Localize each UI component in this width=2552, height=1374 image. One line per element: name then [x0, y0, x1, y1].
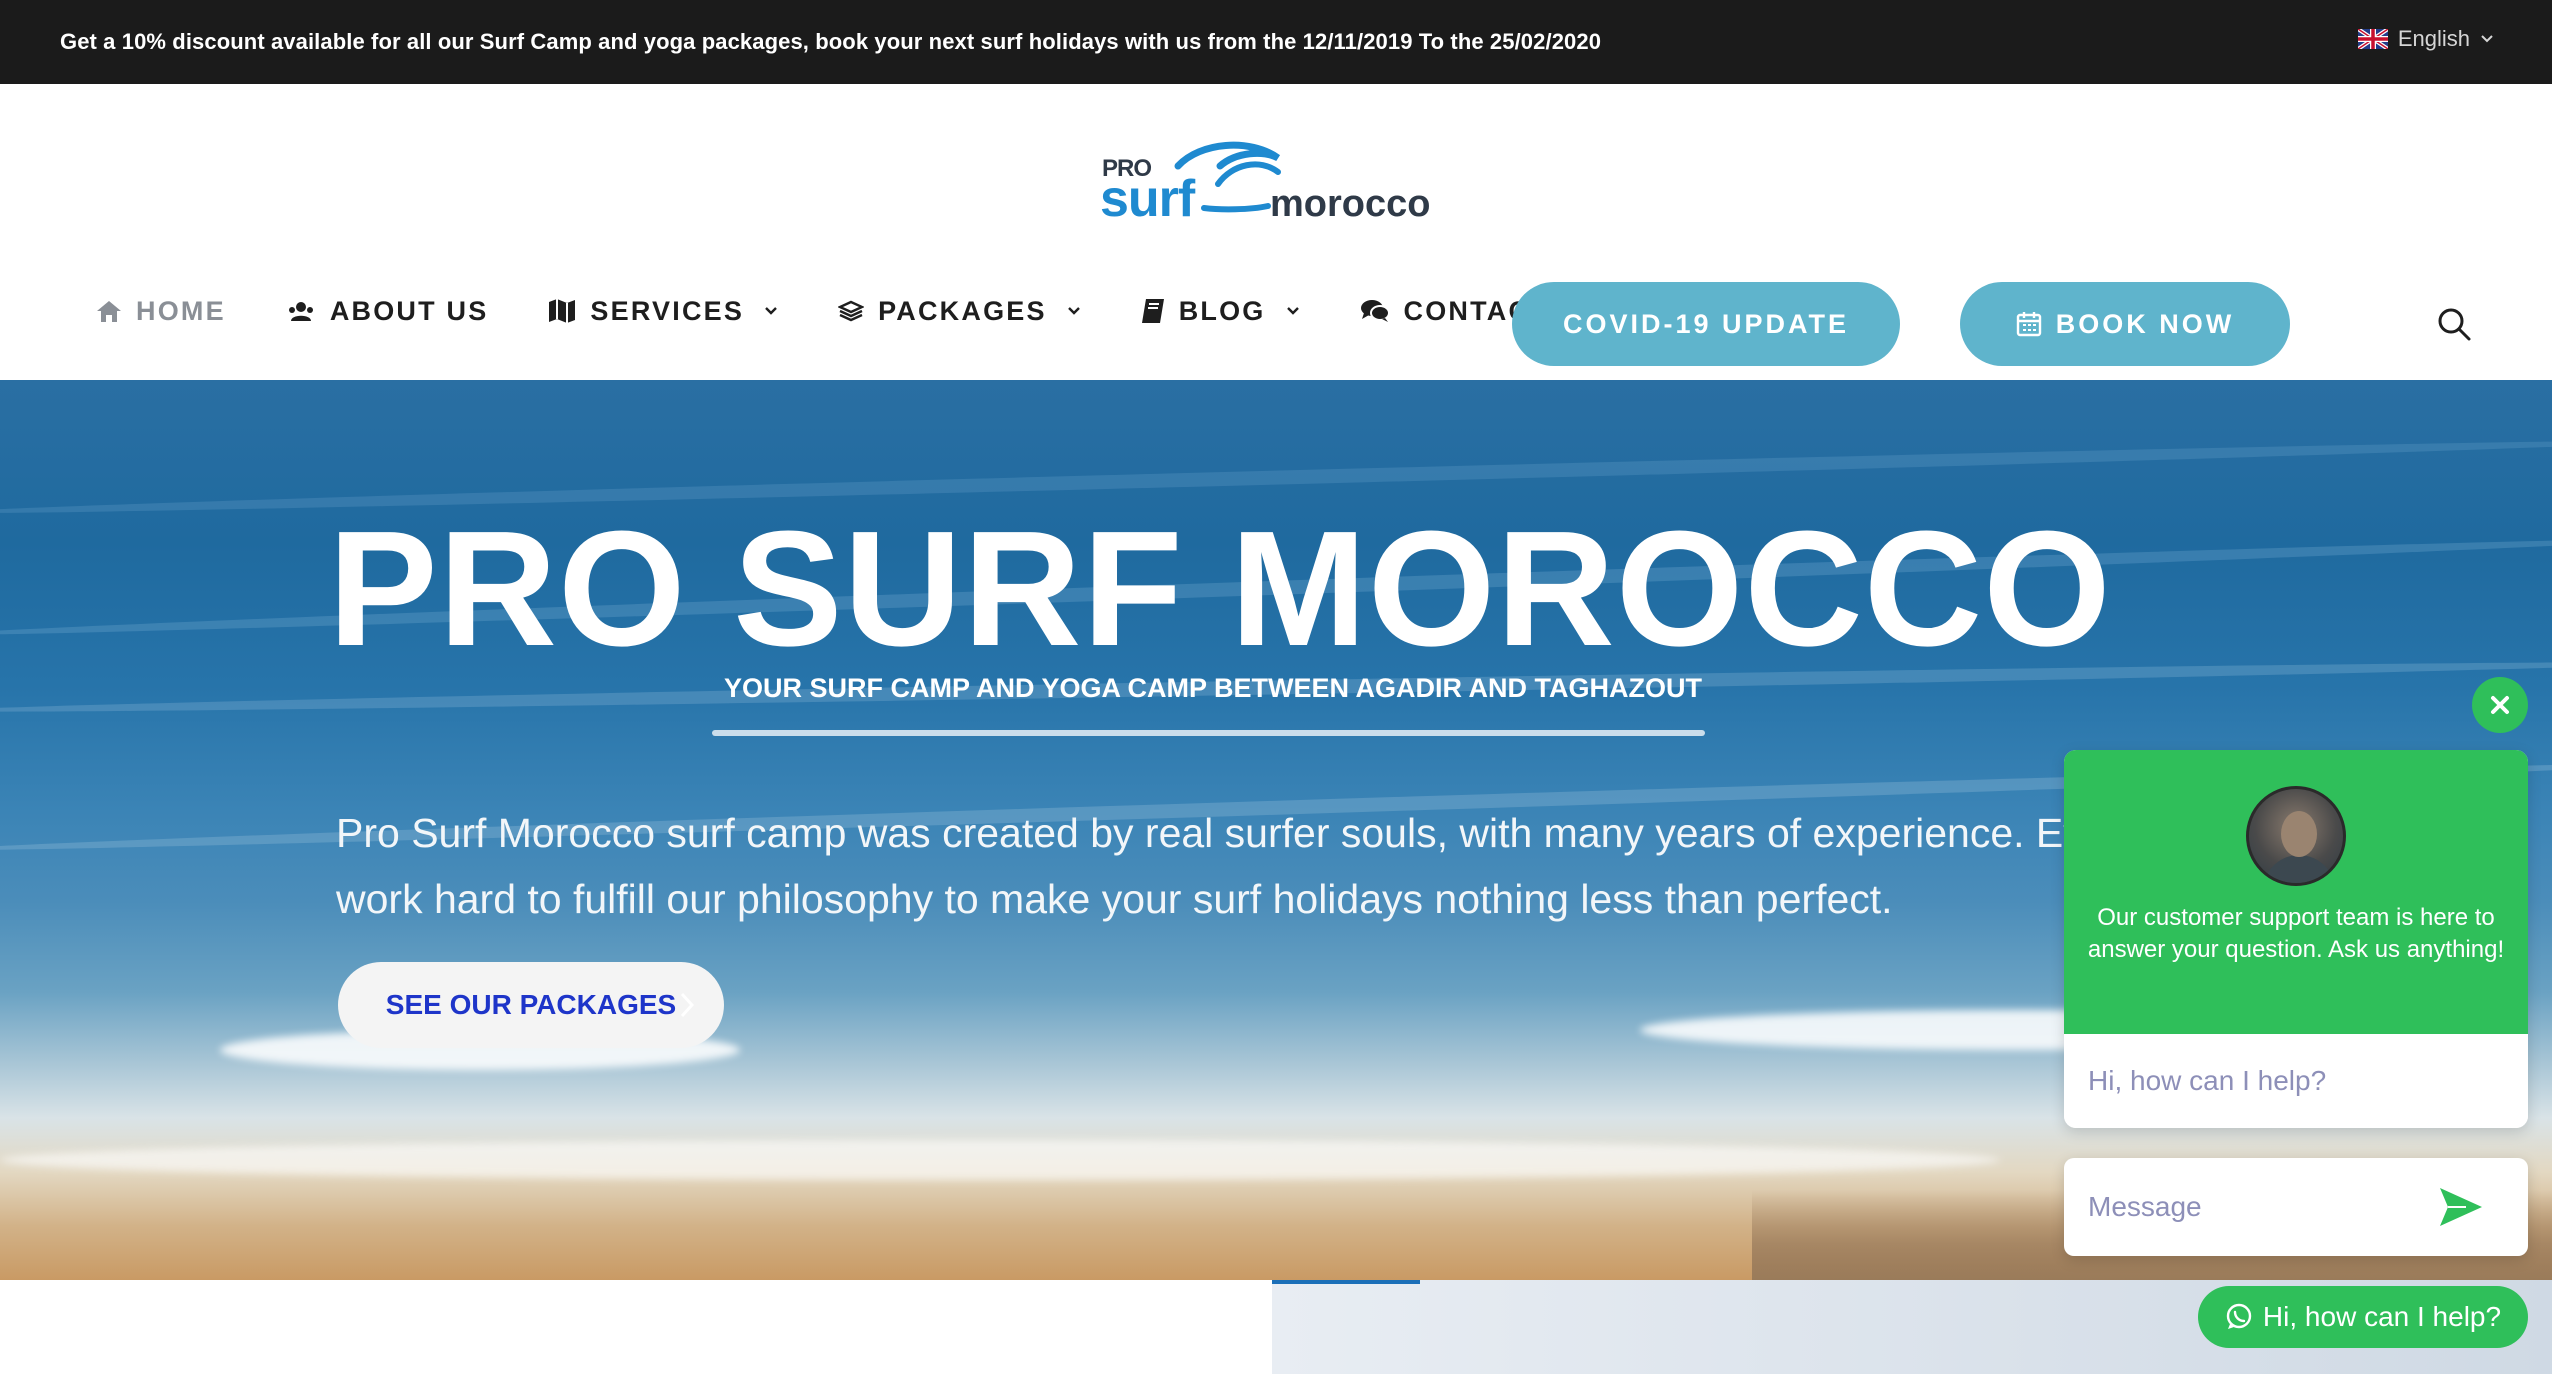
close-icon	[2491, 696, 2509, 714]
hero-description: Pro Surf Morocco surf camp was created b…	[336, 800, 2296, 932]
site-header: PRO surf morocco HOME ABOUT US SERVICES …	[0, 84, 2552, 380]
nav-label-services: SERVICES	[590, 295, 745, 326]
covid-update-button[interactable]: COVID-19 UPDATE	[1512, 282, 1900, 366]
logo-surf-text: surf	[1100, 170, 1196, 226]
uk-flag-icon	[2357, 29, 2388, 49]
book-icon	[1141, 299, 1164, 323]
home-icon	[97, 301, 121, 322]
announcement-bar: Get a 10% discount available for all our…	[0, 0, 2552, 84]
hero-title: PRO SURF MOROCCO	[328, 497, 2112, 680]
chat-header: Our customer support team is here to ans…	[2064, 750, 2528, 1034]
logo-morocco-text: morocco	[1270, 183, 1430, 225]
chevron-down-icon	[1067, 307, 1080, 315]
nav-item-services[interactable]: SERVICES	[548, 296, 778, 327]
support-message: Our customer support team is here to ans…	[2087, 904, 2505, 963]
layers-icon	[838, 300, 865, 322]
nav-label-about-us: ABOUT US	[329, 295, 489, 326]
progress-accent	[1272, 1280, 1420, 1284]
hero-description-line: work hard to fulfill our philosophy to m…	[336, 876, 1893, 922]
chat-close-button[interactable]	[2472, 677, 2528, 733]
nav-item-blog[interactable]: BLOG	[1141, 296, 1300, 327]
language-label: English	[2397, 26, 2470, 51]
nav-item-about-us[interactable]: ABOUT US	[286, 296, 489, 327]
nav-label-packages: PACKAGES	[878, 295, 1047, 326]
chat-panel: Our customer support team is here to ans…	[2064, 750, 2528, 1128]
calendar-icon	[2016, 312, 2041, 337]
chat-message-box	[2064, 1158, 2528, 1256]
chevron-down-icon	[765, 307, 777, 315]
support-avatar	[2246, 786, 2346, 886]
language-selector[interactable]: English	[2357, 26, 2494, 52]
map-icon	[549, 299, 576, 323]
whatsapp-chat-button[interactable]: Hi, how can I help?	[2198, 1286, 2528, 1348]
send-icon[interactable]	[2436, 1184, 2486, 1230]
nav-label-home: HOME	[136, 295, 226, 326]
chevron-down-icon	[1286, 307, 1299, 315]
chat-icon	[1360, 300, 1390, 322]
main-nav: HOME ABOUT US SERVICES PACKAGES BLOG CON…	[96, 280, 1661, 342]
nav-label-blog: BLOG	[1178, 295, 1266, 326]
covid-update-label: COVID-19 UPDATE	[1562, 308, 1850, 339]
whatsapp-icon	[2226, 1303, 2252, 1329]
message-input[interactable]	[2088, 1182, 2428, 1232]
see-our-packages-label: SEE OUR PACKAGES	[385, 989, 677, 1020]
site-logo[interactable]: PRO surf morocco	[1100, 136, 1445, 226]
search-icon[interactable]	[2436, 306, 2472, 342]
whatsapp-button-label: Hi, how can I help?	[2262, 1301, 2502, 1332]
hero-divider	[712, 730, 1705, 736]
hero-description-line: Pro Surf Morocco surf camp was created b…	[336, 810, 2175, 856]
book-now-button[interactable]: BOOK NOW	[1960, 282, 2290, 366]
chevron-right-icon	[680, 992, 694, 1018]
nav-item-home[interactable]: HOME	[96, 296, 226, 327]
hero-subtitle: YOUR SURF CAMP AND YOGA CAMP BETWEEN AGA…	[723, 673, 1702, 703]
chevron-down-icon	[2481, 35, 2493, 43]
wave-foam	[0, 1140, 2000, 1180]
announcement-text: Get a 10% discount available for all our…	[60, 29, 1602, 54]
chat-greeting: Hi, how can I help?	[2064, 1034, 2528, 1128]
nav-item-packages[interactable]: PACKAGES	[838, 296, 1081, 327]
users-icon	[288, 302, 313, 321]
book-now-label: BOOK NOW	[2055, 308, 2235, 339]
see-our-packages-button[interactable]: SEE OUR PACKAGES	[338, 962, 724, 1048]
content-left	[0, 1280, 1272, 1374]
